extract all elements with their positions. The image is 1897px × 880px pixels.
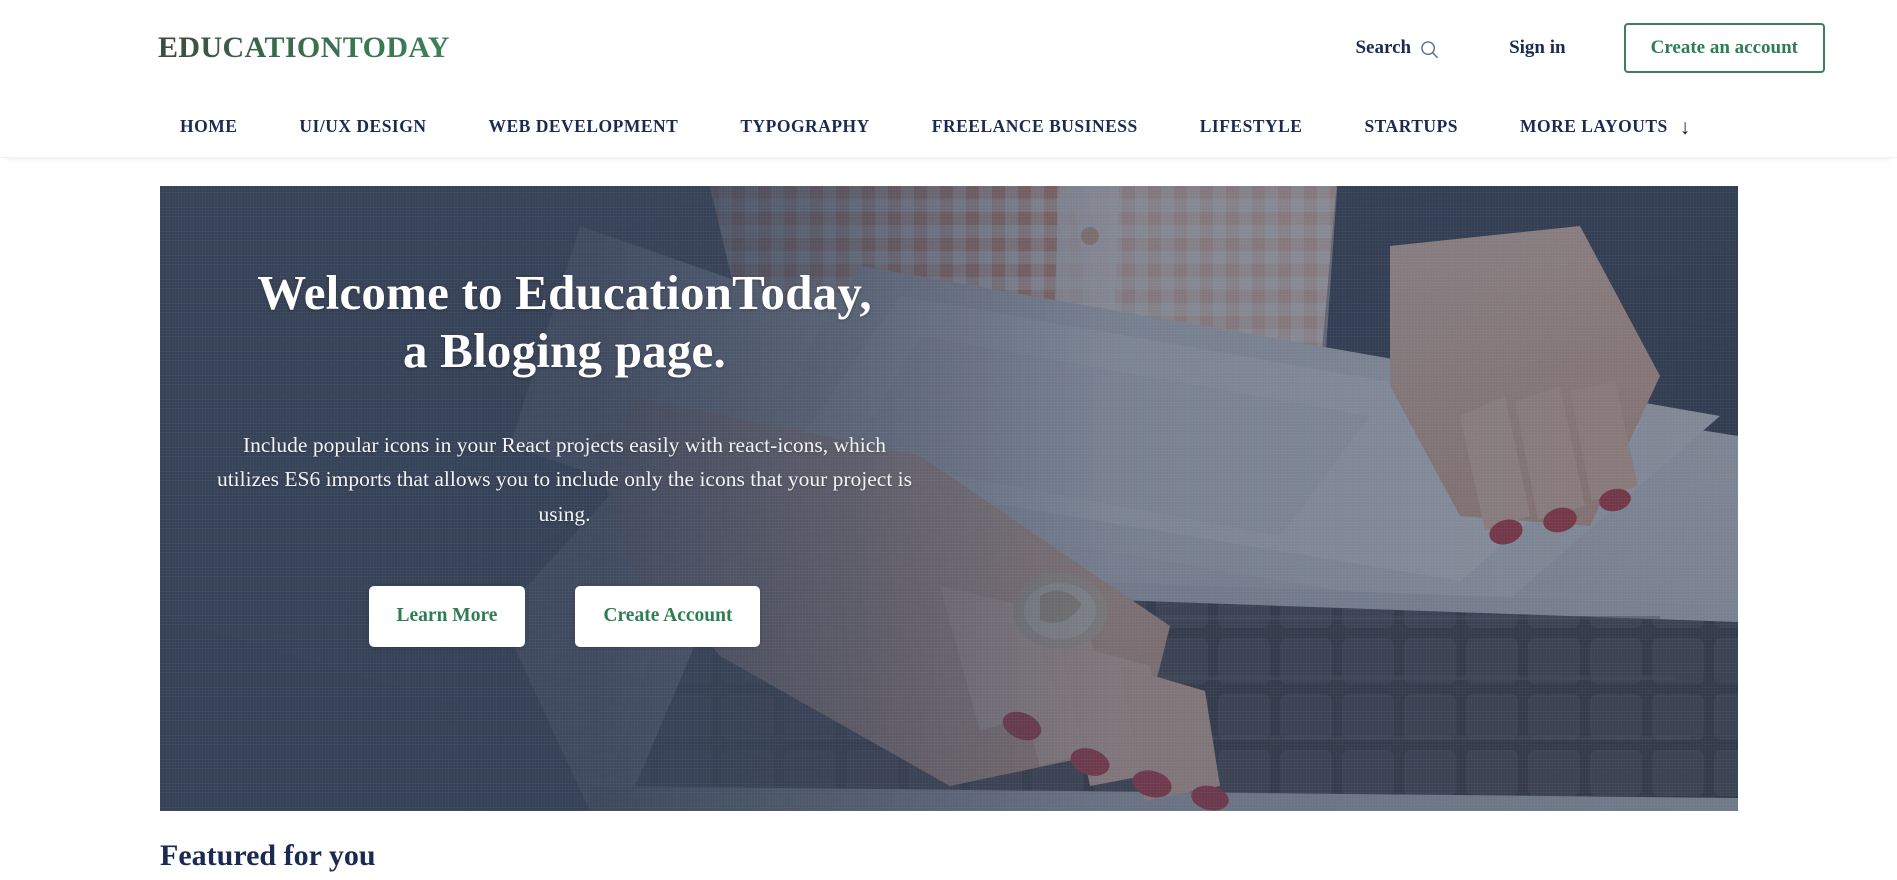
nav-item-startups[interactable]: STARTUPS [1364, 116, 1458, 137]
nav-item-ui-ux-design[interactable]: UI/UX DESIGN [299, 116, 426, 137]
site-logo[interactable]: EDUCATIONTODAY [158, 33, 450, 63]
header-actions: Search Sign in Create an account [1355, 23, 1897, 73]
hero-content: Welcome to EducationToday, a Bloging pag… [160, 264, 970, 647]
hero-cta-group: Learn More Create Account [180, 586, 950, 647]
sign-in-link[interactable]: Sign in [1509, 37, 1566, 59]
arrow-down-icon: ↓ [1679, 115, 1691, 139]
create-account-button[interactable]: Create Account [575, 586, 761, 647]
hero-subtitle: Include popular icons in your React proj… [216, 432, 913, 527]
nav-item-lifestyle[interactable]: LIFESTYLE [1200, 116, 1303, 137]
nav-item-web-development[interactable]: WEB DEVELOPMENT [489, 116, 679, 137]
site-header: EDUCATIONTODAY Search Sign in Create an … [0, 0, 1897, 158]
nav-item-more-layouts[interactable]: MORE LAYOUTS ↓ [1519, 115, 1691, 139]
featured-section-heading: Featured for you [160, 839, 376, 872]
hero-title: Welcome to EducationToday, a Bloging pag… [180, 264, 950, 380]
nav-item-typography[interactable]: TYPOGRAPHY [740, 116, 869, 137]
search-label: Search [1355, 37, 1412, 58]
learn-more-button[interactable]: Learn More [368, 586, 526, 647]
nav-item-more-layouts-label: MORE LAYOUTS [1519, 116, 1668, 136]
search-button[interactable]: Search [1355, 37, 1439, 59]
header-top-bar: EDUCATIONTODAY Search Sign in Create an … [0, 0, 1897, 96]
nav-item-freelance-business[interactable]: FREELANCE BUSINESS [932, 116, 1138, 137]
featured-section: Featured for you [0, 811, 1897, 872]
hero-title-line-1: Welcome to EducationToday, [257, 265, 872, 320]
nav-item-home[interactable]: HOME [180, 116, 237, 137]
hero-banner: Welcome to EducationToday, a Bloging pag… [159, 186, 1738, 811]
create-an-account-button[interactable]: Create an account [1623, 23, 1825, 73]
hero-title-line-2: a Bloging page. [403, 322, 726, 378]
hero-section-wrapper: Welcome to EducationToday, a Bloging pag… [0, 158, 1897, 811]
search-icon [1420, 40, 1439, 59]
main-navigation: HOME UI/UX DESIGN WEB DEVELOPMENT TYPOGR… [0, 96, 1897, 158]
